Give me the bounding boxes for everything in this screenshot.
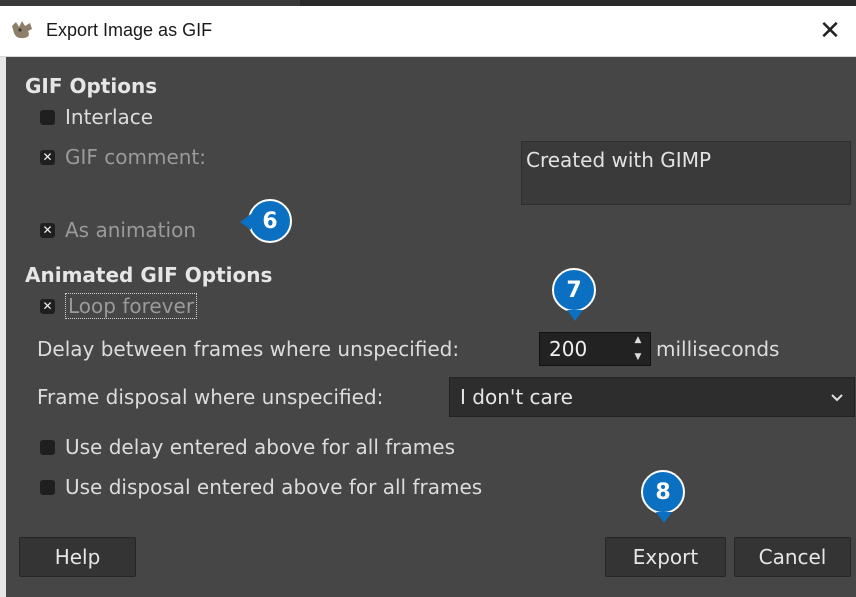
gif-comment-label: GIF comment: — [65, 145, 207, 169]
as-animation-label: As animation — [65, 218, 196, 242]
step-6-number: 6 — [262, 208, 278, 234]
disposal-row: Frame disposal where unspecified: — [37, 385, 383, 409]
window-title: Export Image as GIF — [46, 20, 213, 40]
use-disposal-all-option[interactable]: Use disposal entered above for all frame… — [40, 475, 482, 499]
delay-unit: milliseconds — [656, 337, 780, 361]
disposal-label: Frame disposal where unspecified: — [37, 385, 384, 409]
cancel-button[interactable]: Cancel — [734, 537, 851, 577]
use-disposal-all-checkbox[interactable] — [40, 479, 55, 495]
export-button[interactable]: Export — [605, 537, 726, 577]
spin-arrows-icon[interactable]: ▲ ▼ — [632, 336, 644, 362]
loop-forever-checkbox[interactable]: ✕ — [40, 298, 55, 314]
interlace-option[interactable]: Interlace — [40, 105, 153, 129]
disposal-select[interactable]: I don't care — [449, 377, 855, 417]
title-bar: Export Image as GIF ✕ — [0, 6, 856, 57]
use-delay-all-label: Use delay entered above for all frames — [65, 435, 455, 459]
interlace-label: Interlace — [65, 105, 154, 129]
chevron-down-icon — [831, 394, 843, 402]
step-7-pointer — [567, 310, 583, 321]
step-8-pointer — [656, 512, 672, 523]
gif-comment-checkbox[interactable]: ✕ — [40, 149, 55, 165]
gif-options-heading: GIF Options — [25, 74, 158, 98]
close-button[interactable]: ✕ — [804, 6, 856, 56]
gif-comment-textarea[interactable]: Created with GIMP — [521, 141, 851, 205]
delay-label: Delay between frames where unspecified: — [37, 337, 460, 361]
help-button[interactable]: Help — [19, 537, 136, 577]
dialog-content: GIF Options Interlace ✕ GIF comment: Cre… — [0, 57, 856, 597]
as-animation-option[interactable]: ✕ As animation — [40, 218, 196, 242]
gif-comment-option[interactable]: ✕ GIF comment: — [40, 145, 206, 169]
step-8-number: 8 — [655, 479, 671, 505]
close-icon: ✕ — [819, 16, 841, 46]
use-delay-all-checkbox[interactable] — [40, 439, 55, 455]
disposal-value: I don't care — [460, 385, 573, 409]
step-7-number: 7 — [566, 277, 582, 303]
as-animation-checkbox[interactable]: ✕ — [40, 222, 55, 238]
delay-spinbox[interactable]: 200 ▲ ▼ — [539, 332, 651, 366]
loop-forever-option[interactable]: ✕ Loop forever — [40, 293, 198, 319]
loop-forever-label: Loop forever — [65, 293, 198, 319]
gimp-icon — [12, 21, 32, 39]
use-delay-all-option[interactable]: Use delay entered above for all frames — [40, 435, 455, 459]
step-7-badge: 7 — [552, 268, 596, 321]
step-6-badge: 6 — [240, 199, 292, 243]
step-6-pointer — [240, 214, 251, 230]
step-8-badge: 8 — [641, 470, 685, 523]
delay-value[interactable]: 200 — [540, 337, 632, 361]
animated-options-heading: Animated GIF Options — [25, 263, 273, 287]
interlace-checkbox[interactable] — [40, 109, 55, 125]
delay-row: Delay between frames where unspecified: — [37, 337, 459, 361]
use-disposal-all-label: Use disposal entered above for all frame… — [65, 475, 483, 499]
